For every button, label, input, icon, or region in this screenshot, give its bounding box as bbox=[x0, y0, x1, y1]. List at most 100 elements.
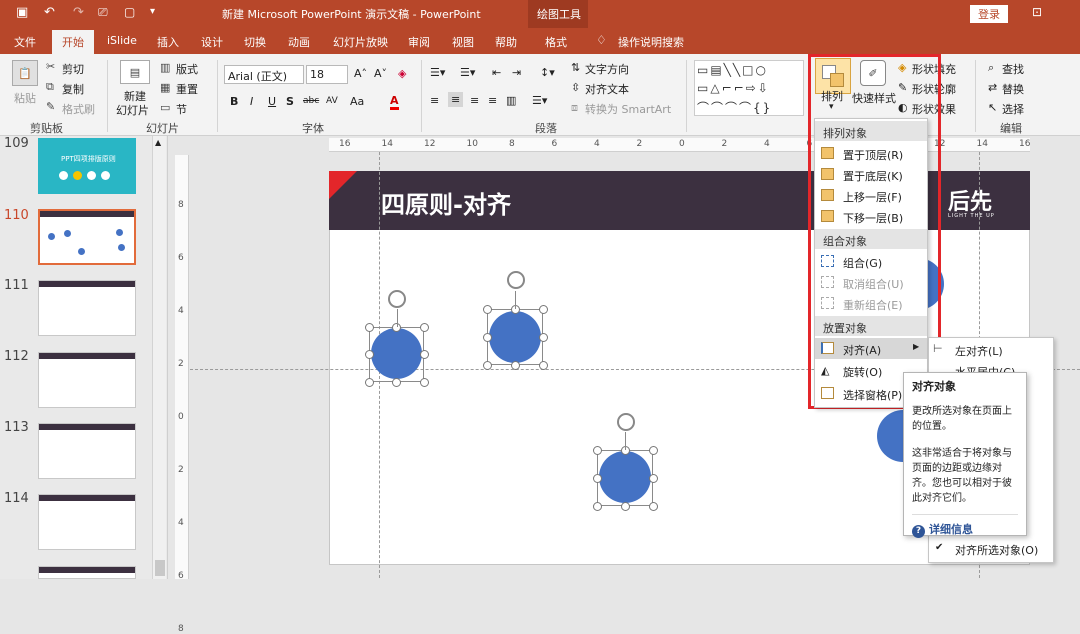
font-color-button[interactable]: A bbox=[390, 94, 399, 110]
slide-thumbnail-111[interactable] bbox=[38, 280, 136, 336]
numbering-icon[interactable]: ☰▾ bbox=[460, 66, 475, 79]
resize-handle-icon[interactable] bbox=[392, 377, 401, 387]
resize-handle-icon[interactable] bbox=[419, 350, 429, 359]
tab-transitions[interactable]: 切换 bbox=[244, 34, 266, 50]
submenu-align-selected[interactable]: 对齐所选对象(O) bbox=[955, 542, 1038, 558]
tab-format[interactable]: 格式 bbox=[545, 34, 567, 50]
tab-view[interactable]: 视图 bbox=[452, 34, 474, 50]
menu-item-send-to-back[interactable]: 置于底层(K) bbox=[815, 164, 927, 185]
strikethrough-button[interactable]: abc bbox=[303, 96, 319, 106]
resize-handle-icon[interactable] bbox=[592, 501, 602, 511]
font-size-select[interactable]: 18 bbox=[306, 65, 348, 84]
slide-thumbnail-115[interactable] bbox=[38, 566, 136, 579]
replace-button[interactable]: 替换 bbox=[1002, 81, 1024, 97]
vertical-ruler[interactable]: 8 6 4 2 0 2 4 6 8 bbox=[175, 155, 189, 634]
increase-indent-icon[interactable]: ⇥ bbox=[512, 66, 521, 79]
layout-button[interactable]: 版式 bbox=[176, 61, 198, 77]
tab-home[interactable]: 开始 bbox=[62, 34, 84, 50]
select-button[interactable]: 选择 bbox=[1002, 101, 1024, 117]
tab-design[interactable]: 设计 bbox=[201, 34, 223, 50]
slide-thumbnail-112[interactable] bbox=[38, 352, 136, 408]
paste-icon[interactable]: 📋 bbox=[12, 60, 38, 86]
menu-item-align[interactable]: 对齐(A) ▶ bbox=[815, 338, 927, 359]
grow-font-icon[interactable]: A˄ bbox=[354, 67, 367, 80]
redo-icon[interactable]: ↷ bbox=[73, 5, 84, 20]
submenu-align-left[interactable]: 左对齐(L) bbox=[955, 343, 1003, 359]
columns-icon[interactable]: ▥ bbox=[506, 94, 516, 107]
tab-review[interactable]: 审阅 bbox=[408, 34, 430, 50]
resize-handle-icon[interactable] bbox=[648, 501, 658, 511]
menu-item-group[interactable]: 组合(G) bbox=[815, 251, 927, 272]
new-file-icon[interactable]: ▢ bbox=[124, 5, 135, 19]
new-slide-label-2[interactable]: 幻灯片 bbox=[116, 102, 149, 118]
line-spacing-icon[interactable]: ↕▾ bbox=[540, 66, 555, 79]
bullets-icon[interactable]: ☰▾ bbox=[430, 66, 445, 79]
resize-handle-icon[interactable] bbox=[620, 501, 630, 511]
clear-format-icon[interactable]: ◈ bbox=[398, 67, 406, 80]
copy-button[interactable]: 复制 bbox=[62, 81, 84, 97]
resize-handle-icon[interactable] bbox=[538, 332, 548, 342]
shapes-gallery[interactable]: ▭▤╲╲□○ ▭△⌐⌐⇨⇩ ⌒⌒⌒⌒{} bbox=[694, 60, 804, 116]
align-center-icon[interactable]: ≡ bbox=[448, 92, 464, 107]
tab-animations[interactable]: 动画 bbox=[288, 34, 310, 50]
paste-button[interactable]: 粘贴 bbox=[14, 90, 36, 106]
circle-shape-2[interactable] bbox=[489, 311, 541, 363]
resize-handle-icon[interactable] bbox=[482, 360, 492, 370]
menu-item-bring-forward[interactable]: 上移一层(F) bbox=[815, 185, 927, 206]
resize-handle-icon[interactable] bbox=[538, 304, 548, 314]
decrease-indent-icon[interactable]: ⇤ bbox=[492, 66, 501, 79]
tab-insert[interactable]: 插入 bbox=[157, 34, 179, 50]
shrink-font-icon[interactable]: A˅ bbox=[374, 67, 387, 80]
bold-button[interactable]: B bbox=[230, 95, 238, 108]
circle-shape-1[interactable] bbox=[371, 328, 422, 379]
tell-me-search[interactable]: 操作说明搜索 bbox=[618, 34, 684, 50]
save-icon[interactable]: ▣ bbox=[16, 5, 28, 20]
tooltip-more-info[interactable]: ? 详细信息 bbox=[912, 514, 1018, 538]
slide-thumbnail-110[interactable] bbox=[38, 209, 136, 265]
resize-handle-icon[interactable] bbox=[648, 445, 658, 455]
resize-handle-icon[interactable] bbox=[482, 304, 492, 314]
distribute-icon[interactable]: ☰▾ bbox=[532, 94, 547, 107]
resize-handle-icon[interactable] bbox=[419, 377, 429, 387]
rotate-handle-icon[interactable] bbox=[507, 271, 525, 289]
resize-handle-icon[interactable] bbox=[648, 473, 658, 483]
font-name-select[interactable]: Arial (正文) bbox=[224, 65, 304, 84]
menu-item-bring-to-front[interactable]: 置于顶层(R) bbox=[815, 143, 927, 164]
cut-button[interactable]: 剪切 bbox=[62, 61, 84, 77]
justify-icon[interactable]: ≡ bbox=[488, 94, 497, 107]
tab-help[interactable]: 帮助 bbox=[495, 34, 517, 50]
circle-shape-3[interactable] bbox=[599, 451, 651, 503]
italic-button[interactable]: I bbox=[250, 95, 253, 108]
resize-handle-icon[interactable] bbox=[364, 322, 374, 332]
tab-islide[interactable]: iSlide bbox=[107, 34, 137, 47]
resize-handle-icon[interactable] bbox=[364, 377, 374, 387]
char-spacing-button[interactable]: AV bbox=[326, 96, 338, 106]
format-painter-button[interactable]: 格式刷 bbox=[62, 101, 95, 117]
rotate-handle-icon[interactable] bbox=[388, 290, 406, 308]
find-button[interactable]: 查找 bbox=[1002, 61, 1024, 77]
shadow-button[interactable]: S bbox=[286, 95, 294, 108]
resize-handle-icon[interactable] bbox=[592, 473, 602, 483]
undo-icon[interactable]: ↶ bbox=[44, 5, 55, 20]
resize-handle-icon[interactable] bbox=[538, 360, 548, 370]
ribbon-display-icon[interactable]: ⊡ bbox=[1032, 5, 1042, 19]
scroll-up-icon[interactable]: ▲ bbox=[155, 138, 161, 147]
present-icon[interactable]: ⎚ bbox=[98, 5, 108, 20]
align-left-icon[interactable]: ≡ bbox=[430, 94, 439, 107]
menu-item-send-backward[interactable]: 下移一层(B) bbox=[815, 206, 927, 227]
change-case-button[interactable]: Aa bbox=[350, 95, 364, 108]
resize-handle-icon[interactable] bbox=[510, 360, 520, 370]
tab-slideshow[interactable]: 幻灯片放映 bbox=[333, 34, 388, 50]
section-button[interactable]: 节 bbox=[176, 101, 187, 117]
menu-item-ungroup[interactable]: 取消组合(U) bbox=[815, 272, 927, 293]
text-direction-button[interactable]: 文字方向 bbox=[585, 61, 629, 77]
slide-thumbnail-109[interactable]: PPT四项排版原则 bbox=[38, 138, 136, 194]
scroll-thumb[interactable] bbox=[155, 560, 165, 576]
resize-handle-icon[interactable] bbox=[364, 350, 374, 359]
resize-handle-icon[interactable] bbox=[482, 332, 492, 342]
resize-handle-icon[interactable] bbox=[419, 322, 429, 332]
slide-title[interactable]: 四原则-对齐 bbox=[381, 185, 511, 220]
login-button[interactable]: 登录 bbox=[970, 5, 1008, 23]
slide-thumbnail-113[interactable] bbox=[38, 423, 136, 479]
slide-thumbnail-114[interactable] bbox=[38, 494, 136, 550]
